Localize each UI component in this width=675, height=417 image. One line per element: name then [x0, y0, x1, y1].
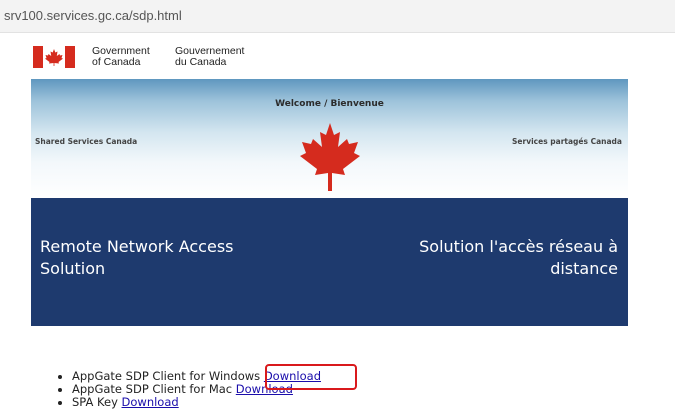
spa-key-download-link[interactable]: Download	[122, 395, 179, 409]
government-of-canada-wordmark: Government of Canada	[92, 46, 150, 68]
welcome-banner: Welcome / Bienvenue Shared Services Cana…	[31, 79, 628, 198]
welcome-text: Welcome / Bienvenue	[275, 99, 384, 109]
list-item-spa-key: SPA Key Download	[72, 396, 321, 409]
windows-client-label: AppGate SDP Client for Windows	[72, 369, 264, 383]
hero-title-fr: Solution l'accès réseau à distance	[419, 237, 618, 278]
gc-fr-line2: du Canada	[175, 56, 227, 68]
mac-client-label: AppGate SDP Client for Mac	[72, 382, 236, 396]
canada-flag-icon	[33, 46, 75, 68]
gc-en-line2: of Canada	[92, 56, 141, 68]
highlight-box	[265, 364, 357, 390]
hero-title-en: Remote Network Access Solution	[40, 237, 234, 278]
address-bar[interactable]: srv100.services.gc.ca/sdp.html	[0, 0, 675, 33]
hero-panel: Remote Network Access Solution Solution …	[31, 198, 628, 326]
url-text[interactable]: srv100.services.gc.ca/sdp.html	[4, 8, 182, 23]
gouvernement-du-canada-wordmark: Gouvernement du Canada	[175, 46, 244, 68]
spa-key-label: SPA Key	[72, 395, 122, 409]
shared-services-label-en: Shared Services Canada	[35, 137, 138, 146]
shared-services-label-fr: Services partagés Canada	[512, 137, 622, 146]
maple-leaf-icon	[300, 123, 360, 191]
